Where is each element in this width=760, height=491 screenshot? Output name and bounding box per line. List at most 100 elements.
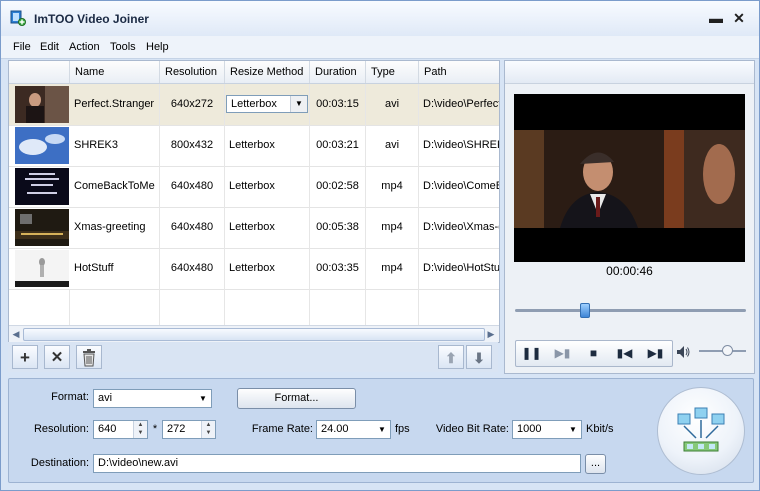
column-resolution[interactable]: Resolution bbox=[160, 61, 225, 83]
horizontal-scrollbar[interactable]: ◀ ▶ bbox=[9, 325, 499, 342]
stop-button[interactable]: ■ bbox=[578, 341, 609, 366]
join-videos-icon bbox=[677, 407, 725, 452]
table-row[interactable]: Perfect.Stranger 640x272 Letterbox ▼ 00:… bbox=[9, 84, 499, 126]
resolution-height-input[interactable]: 272 ▲ ▼ bbox=[162, 420, 216, 439]
destination-input[interactable]: D:\video\new.avi bbox=[93, 454, 581, 473]
column-divider bbox=[69, 289, 70, 325]
bit-rate-value: 1000 bbox=[517, 423, 542, 435]
video-screen[interactable] bbox=[514, 94, 745, 262]
close-button[interactable]: ✕ bbox=[730, 9, 748, 27]
resolution-width-input[interactable]: 640 ▲ ▼ bbox=[93, 420, 148, 439]
window-title: ImTOO Video Joiner bbox=[34, 12, 149, 26]
preview-panel: 00:00:46 ❚❚ ▶▮ ■ ▮◀ ▶▮ bbox=[504, 60, 755, 374]
table-row[interactable]: ComeBackToMe 640x480 Letterbox 00:02:58 … bbox=[9, 166, 499, 208]
scroll-left-icon[interactable]: ◀ bbox=[10, 327, 22, 341]
cell-name: HotStuff bbox=[70, 248, 160, 289]
format-settings-button[interactable]: Format... bbox=[237, 388, 356, 409]
minimize-button[interactable]: ▬ bbox=[707, 9, 725, 27]
chevron-down-icon: ▼ bbox=[199, 394, 207, 403]
resize-method-dropdown[interactable]: Letterbox ▼ bbox=[226, 95, 308, 113]
menu-help[interactable]: Help bbox=[146, 41, 169, 53]
arrow-down-icon: ⬇ bbox=[473, 350, 485, 366]
table-row[interactable]: SHREK3 800x432 Letterbox 00:03:21 avi D:… bbox=[9, 125, 499, 167]
move-up-button[interactable]: ⬆ bbox=[438, 345, 464, 369]
frame-rate-value: 24.00 bbox=[321, 423, 349, 435]
column-divider bbox=[159, 289, 160, 325]
scroll-right-icon[interactable]: ▶ bbox=[485, 327, 497, 341]
browse-button[interactable]: ... bbox=[585, 454, 606, 474]
cell-name: SHREK3 bbox=[70, 125, 160, 166]
next-button[interactable]: ▶▮ bbox=[640, 341, 671, 366]
menu-action[interactable]: Action bbox=[69, 41, 100, 53]
resolution-height-value: 272 bbox=[167, 423, 186, 435]
menu-edit[interactable]: Edit bbox=[40, 41, 59, 53]
add-video-button[interactable]: + bbox=[12, 345, 38, 369]
cell-resolution: 640x480 bbox=[160, 166, 225, 207]
step-frame-button[interactable]: ▶▮ bbox=[547, 341, 578, 366]
cell-duration: 00:03:35 bbox=[310, 248, 366, 289]
remove-video-button[interactable]: ✕ bbox=[44, 345, 70, 369]
preview-header bbox=[505, 61, 754, 84]
volume-slider[interactable] bbox=[699, 345, 746, 356]
cell-resize-method[interactable]: Letterbox bbox=[225, 248, 310, 289]
column-divider bbox=[309, 289, 310, 325]
pause-button[interactable]: ❚❚ bbox=[516, 341, 547, 366]
format-label: Format: bbox=[51, 391, 89, 403]
scrollbar-thumb[interactable] bbox=[23, 328, 485, 341]
title-bar[interactable]: ImTOO Video Joiner ▬ ✕ bbox=[1, 1, 759, 36]
move-down-button[interactable]: ⬇ bbox=[466, 345, 492, 369]
video-thumbnail bbox=[15, 127, 69, 164]
column-resize-method[interactable]: Resize Method bbox=[225, 61, 310, 83]
cell-type: avi bbox=[366, 125, 419, 166]
frame-step-icon: ▶▮ bbox=[554, 346, 571, 360]
fps-unit: fps bbox=[395, 423, 410, 435]
cell-type: avi bbox=[366, 84, 419, 125]
cell-resize-method[interactable]: Letterbox bbox=[225, 207, 310, 248]
seek-handle[interactable] bbox=[580, 303, 591, 318]
table-row[interactable]: HotStuff 640x480 Letterbox 00:03:35 mp4 … bbox=[9, 248, 499, 290]
cell-resolution: 640x480 bbox=[160, 207, 225, 248]
table-row[interactable]: Xmas-greeting 640x480 Letterbox 00:05:38… bbox=[9, 207, 499, 249]
previous-button[interactable]: ▮◀ bbox=[609, 341, 640, 366]
playback-controls: ❚❚ ▶▮ ■ ▮◀ ▶▮ bbox=[515, 340, 673, 367]
menu-bar: File Edit Action Tools Help bbox=[1, 36, 759, 59]
video-thumbnail bbox=[15, 250, 69, 287]
bit-rate-dropdown[interactable]: 1000 ▼ bbox=[512, 420, 582, 439]
seek-bar[interactable] bbox=[515, 303, 746, 318]
list-toolbar: + ✕ ⬆ ⬇ bbox=[8, 342, 498, 372]
spinner-icon[interactable]: ▲ ▼ bbox=[133, 421, 147, 438]
join-button[interactable] bbox=[657, 387, 745, 475]
cell-duration: 00:02:58 bbox=[310, 166, 366, 207]
output-settings: Format: avi ▼ Format... Resolution: 640 … bbox=[8, 378, 754, 483]
column-duration[interactable]: Duration bbox=[310, 61, 366, 83]
app-window: ImTOO Video Joiner ▬ ✕ File Edit Action … bbox=[0, 0, 760, 491]
cell-duration: 00:03:21 bbox=[310, 125, 366, 166]
destination-label: Destination: bbox=[30, 457, 89, 469]
column-path[interactable]: Path bbox=[419, 61, 499, 83]
cell-resize-method[interactable]: Letterbox bbox=[225, 166, 310, 207]
menu-file[interactable]: File bbox=[13, 41, 31, 53]
clear-list-button[interactable] bbox=[76, 345, 102, 369]
cell-resize-method[interactable]: Letterbox bbox=[225, 125, 310, 166]
spinner-icon[interactable]: ▲ ▼ bbox=[201, 421, 215, 438]
playback-time: 00:00:46 bbox=[606, 264, 653, 278]
arrow-up-icon: ⬆ bbox=[445, 350, 457, 366]
column-name[interactable]: Name bbox=[70, 61, 160, 83]
cell-resolution: 800x432 bbox=[160, 125, 225, 166]
cell-resolution: 640x480 bbox=[160, 248, 225, 289]
format-dropdown[interactable]: avi ▼ bbox=[93, 389, 212, 408]
speaker-icon[interactable] bbox=[675, 344, 691, 360]
plus-icon: + bbox=[20, 348, 30, 367]
column-thumbnail[interactable] bbox=[9, 61, 70, 83]
cell-path: D:\video\ComeBackToMe bbox=[423, 180, 499, 192]
column-type[interactable]: Type bbox=[366, 61, 419, 83]
chevron-down-icon: ▼ bbox=[290, 96, 307, 112]
cell-type: mp4 bbox=[366, 248, 419, 289]
destination-value: D:\video\new.avi bbox=[98, 457, 179, 469]
video-frame bbox=[514, 94, 745, 262]
frame-rate-dropdown[interactable]: 24.00 ▼ bbox=[316, 420, 391, 439]
pause-icon: ❚❚ bbox=[521, 346, 542, 360]
volume-handle[interactable] bbox=[722, 345, 734, 356]
skip-back-icon: ▮◀ bbox=[616, 346, 633, 360]
menu-tools[interactable]: Tools bbox=[110, 41, 136, 53]
